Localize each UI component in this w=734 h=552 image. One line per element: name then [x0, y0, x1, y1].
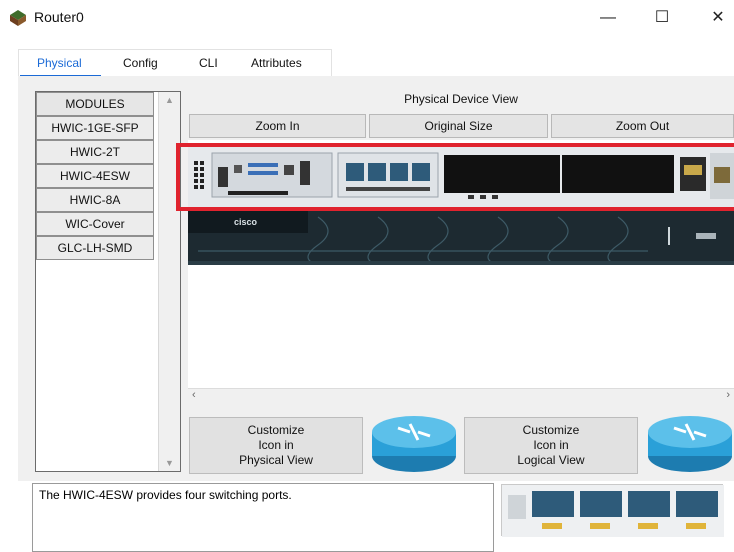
scroll-left-icon[interactable]: ‹: [192, 389, 196, 401]
module-preview-image: [501, 484, 724, 537]
module-wic-cover[interactable]: WIC-Cover: [36, 212, 154, 236]
device-view-h-scrollbar[interactable]: ‹ ›: [188, 388, 734, 405]
module-glc-lh-smd[interactable]: GLC-LH-SMD: [36, 236, 154, 260]
tab-physical[interactable]: Physical: [37, 56, 82, 70]
selected-slot-highlight: [176, 143, 734, 211]
module-description: The HWIC-4ESW provides four switching po…: [32, 483, 494, 552]
tab-cli[interactable]: CLI: [199, 56, 218, 70]
app-icon: [8, 9, 28, 27]
minimize-button[interactable]: —: [588, 5, 628, 31]
zoom-out-button[interactable]: Zoom Out: [551, 114, 734, 138]
router-chassis-image: cisco: [188, 211, 734, 266]
module-hwic-4esw[interactable]: HWIC-4ESW: [36, 164, 154, 188]
router-physical-icon: [370, 414, 458, 477]
module-hwic-2t[interactable]: HWIC-2T: [36, 140, 154, 164]
scroll-up-icon[interactable]: ▲: [159, 95, 180, 105]
cisco-logo-text: cisco: [234, 217, 258, 227]
modules-header: MODULES: [36, 92, 154, 116]
maximize-button[interactable]: ☐: [642, 5, 682, 31]
tab-attributes[interactable]: Attributes: [251, 56, 302, 70]
module-hwic-8a[interactable]: HWIC-8A: [36, 188, 154, 212]
customize-physical-view-button[interactable]: Customize Icon in Physical View: [189, 417, 363, 474]
modules-list: MODULES HWIC-1GE-SFP HWIC-2T HWIC-4ESW H…: [36, 92, 154, 260]
window-title: Router0: [34, 9, 84, 25]
customize-logical-view-button[interactable]: Customize Icon in Logical View: [464, 417, 638, 474]
scroll-down-icon[interactable]: ▼: [159, 458, 180, 468]
module-hwic-1ge-sfp[interactable]: HWIC-1GE-SFP: [36, 116, 154, 140]
tab-config[interactable]: Config: [123, 56, 158, 70]
tab-strip: Physical Config CLI Attributes: [18, 49, 332, 76]
scroll-right-icon[interactable]: ›: [726, 389, 730, 401]
original-size-button[interactable]: Original Size: [369, 114, 548, 138]
physical-device-view-title: Physical Device View: [404, 92, 518, 106]
router-logical-icon: [646, 414, 734, 477]
module-description-text: The HWIC-4ESW provides four switching po…: [39, 488, 292, 502]
close-button[interactable]: ✕: [698, 5, 734, 31]
zoom-in-button[interactable]: Zoom In: [189, 114, 366, 138]
